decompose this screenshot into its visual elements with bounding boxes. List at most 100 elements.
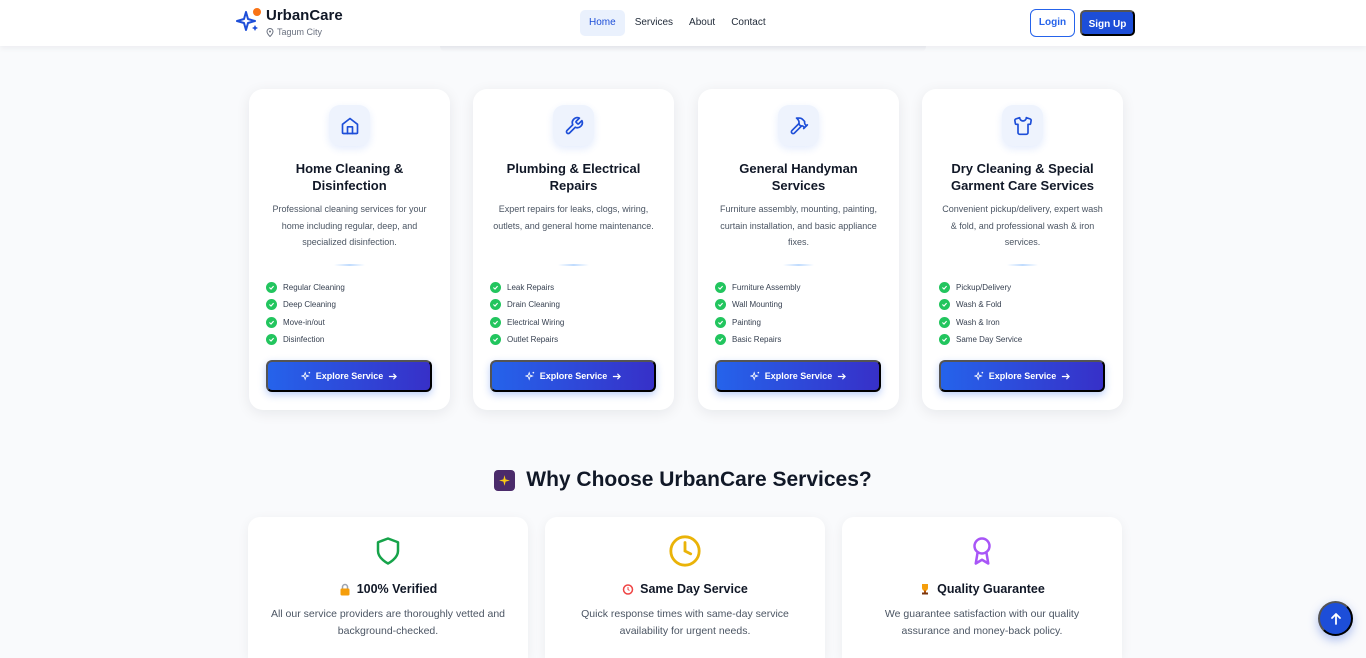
check-circle-icon [715,316,726,328]
service-card: Dry Cleaning & Special Garment Care Serv… [922,89,1123,410]
arrow-right-icon [612,372,622,381]
sparkles-icon [524,371,535,381]
location-text: Tagum City [277,27,323,37]
check-circle-icon [715,299,726,311]
arrow-up-icon [1330,612,1341,625]
service-title: Home Cleaning & Disinfection [295,161,404,193]
check-circle-icon [715,282,726,294]
feature-item: Painting [715,314,800,331]
nav-about-link[interactable]: About [681,10,723,36]
check-circle-icon [490,282,501,294]
service-description: Furniture assembly, mounting, painting, … [720,204,877,247]
feature-item: Pickup/Delivery [939,279,1022,296]
feature-list: Regular Cleaning Deep Cleaning Move-in/o… [266,279,345,348]
feature-item: Wall Mounting [715,296,800,313]
arrow-right-icon [388,372,398,381]
nav-home-link[interactable]: Home [580,10,625,36]
trophy-emoji-icon [919,583,931,595]
clock-icon [667,533,703,569]
map-pin-icon [266,27,274,37]
why-card: Quality Guarantee We guarantee satisfact… [842,517,1122,658]
nav-services-link[interactable]: Services [627,10,681,36]
service-card: Plumbing & Electrical Repairs Expert rep… [473,89,674,410]
explore-service-button[interactable]: Explore Service [715,360,881,392]
feature-item: Electrical Wiring [490,314,564,331]
why-card-text: Quick response times with same-day servi… [581,608,789,637]
nav-links: Home Services About Contact [580,10,774,36]
check-circle-icon [490,334,501,346]
feature-item: Regular Cleaning [266,279,345,296]
service-card: Home Cleaning & Disinfection Professiona… [249,89,450,410]
feature-item: Wash & Fold [939,296,1022,313]
feature-list: Leak Repairs Drain Cleaning Electrical W… [490,279,564,348]
home-icon [329,105,370,146]
arrow-right-icon [1061,372,1071,381]
why-card: Same Day Service Quick response times wi… [545,517,825,658]
service-title: General Handyman Services [739,161,858,193]
lock-emoji-icon [339,583,351,596]
feature-list: Furniture Assembly Wall Mounting Paintin… [715,279,800,348]
feature-item: Furniture Assembly [715,279,800,296]
divider [783,264,814,266]
service-description: Professional cleaning services for your … [272,204,427,247]
check-circle-icon [939,316,950,328]
service-description: Convenient pickup/delivery, expert wash … [942,204,1103,247]
why-card-heading: Same Day Service [545,582,825,596]
check-circle-icon [939,299,950,311]
feature-item: Deep Cleaning [266,296,345,313]
shield-icon [370,533,406,569]
brand-location: Tagum City [266,27,343,37]
why-card-text: All our service providers are thoroughly… [270,608,506,637]
check-circle-icon [715,334,726,346]
sparkles-icon [749,371,760,381]
brand[interactable]: UrbanCare Tagum City [236,6,343,37]
explore-service-button[interactable]: Explore Service [490,360,656,392]
sparkles-icon [973,371,984,381]
check-circle-icon [490,299,501,311]
feature-item: Wash & Iron [939,314,1022,331]
shirt-icon [1002,105,1043,146]
check-circle-icon [266,334,277,346]
navbar: UrbanCare Tagum City Home Services About… [0,0,1366,46]
feature-item: Outlet Repairs [490,331,564,348]
login-button[interactable]: Login [1030,9,1075,37]
brand-name: UrbanCare [266,7,343,24]
check-circle-icon [266,282,277,294]
award-icon [964,533,1000,569]
signup-button[interactable]: Sign Up [1080,10,1135,36]
feature-item: Basic Repairs [715,331,800,348]
check-circle-icon [266,316,277,328]
why-card: 100% Verified All our service providers … [248,517,528,658]
why-title-text: Why Choose UrbanCare Services? [526,468,872,491]
nav-contact-link[interactable]: Contact [723,10,773,36]
arrow-right-icon [837,372,847,381]
why-card-text: We guarantee satisfaction with our quali… [884,608,1080,637]
feature-list: Pickup/Delivery Wash & Fold Wash & Iron … [939,279,1022,348]
feature-item: Drain Cleaning [490,296,564,313]
sparkle-emoji-icon [494,469,516,491]
service-title: Plumbing & Electrical Repairs [506,161,641,193]
sparkles-icon [300,371,311,381]
divider [558,264,589,266]
sparkle-logo-icon [236,6,262,34]
explore-service-button[interactable]: Explore Service [266,360,432,392]
feature-item: Move-in/out [266,314,345,331]
feature-item: Leak Repairs [490,279,564,296]
explore-service-button[interactable]: Explore Service [939,360,1105,392]
why-card-heading: 100% Verified [248,582,528,596]
scroll-to-top-button[interactable] [1318,601,1353,636]
wrench-icon [553,105,594,146]
alarm-clock-emoji-icon [622,583,634,595]
check-circle-icon [266,299,277,311]
check-circle-icon [939,334,950,346]
feature-item: Disinfection [266,331,345,348]
hammer-icon [778,105,819,146]
service-description: Expert repairs for leaks, clogs, wiring,… [493,204,654,231]
why-card-heading: Quality Guarantee [842,582,1122,596]
check-circle-icon [490,316,501,328]
hero-bottom-edge [440,46,926,52]
service-title: Dry Cleaning & Special Garment Care Serv… [950,161,1095,193]
check-circle-icon [939,282,950,294]
feature-item: Same Day Service [939,331,1022,348]
why-section-title: Why Choose UrbanCare Services? [0,468,1366,492]
